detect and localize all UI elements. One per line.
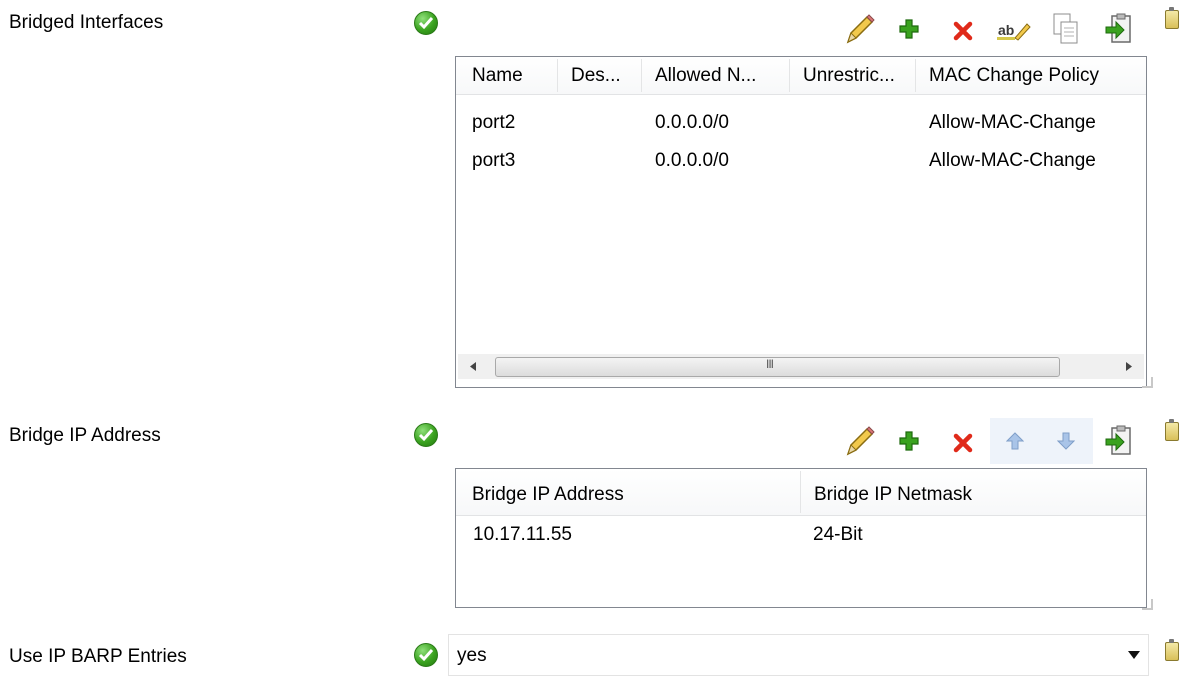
valid-check-icon <box>414 423 438 447</box>
column-header-bridge-ip-address[interactable]: Bridge IP Address <box>458 469 800 515</box>
horizontal-scrollbar[interactable]: III <box>458 354 1144 379</box>
scroll-thumb[interactable]: III <box>495 357 1060 377</box>
cell-mac-change-policy: Allow-MAC-Change <box>929 150 1096 171</box>
delete-icon[interactable] <box>952 432 974 454</box>
resize-grip-icon[interactable] <box>1141 598 1153 610</box>
move-down-icon[interactable] <box>1057 432 1075 450</box>
column-header-description[interactable]: Des... <box>557 57 641 94</box>
scroll-right-arrow-icon[interactable] <box>1125 362 1132 371</box>
bridged-interfaces-table: Name Des... Allowed N... Unrestric... MA… <box>455 56 1147 388</box>
clipboard-icon[interactable] <box>1165 7 1179 29</box>
add-icon[interactable] <box>898 430 920 452</box>
scroll-left-arrow-icon[interactable] <box>470 362 477 371</box>
column-header-bridge-ip-netmask[interactable]: Bridge IP Netmask <box>800 469 1144 515</box>
bridge-ip-table: Bridge IP Address Bridge IP Netmask 10.1… <box>455 468 1147 608</box>
move-up-icon[interactable] <box>1006 432 1024 450</box>
scroll-thumb-grip: III <box>766 357 774 371</box>
svg-text:ab: ab <box>998 22 1014 38</box>
import-icon[interactable] <box>1104 12 1134 46</box>
resize-grip-icon[interactable] <box>1141 376 1153 388</box>
cell-bridge-ip-netmask: 24-Bit <box>813 524 863 545</box>
cell-bridge-ip-address: 10.17.11.55 <box>473 524 572 545</box>
table-header: Bridge IP Address Bridge IP Netmask <box>456 469 1146 516</box>
column-header-unrestricted[interactable]: Unrestric... <box>789 57 915 94</box>
cell-mac-change-policy: Allow-MAC-Change <box>929 112 1096 133</box>
import-icon[interactable] <box>1104 424 1134 458</box>
clipboard-icon[interactable] <box>1165 419 1179 441</box>
delete-icon[interactable] <box>952 20 974 42</box>
bridged-interfaces-label: Bridged Interfaces <box>9 12 164 33</box>
add-icon[interactable] <box>898 18 920 40</box>
move-buttons-group <box>990 418 1093 464</box>
rename-icon[interactable]: ab <box>997 18 1031 42</box>
cell-allowed-networks: 0.0.0.0/0 <box>655 112 729 133</box>
copy-icon[interactable] <box>1052 12 1080 46</box>
column-header-allowed-networks[interactable]: Allowed N... <box>641 57 789 94</box>
column-header-name[interactable]: Name <box>458 57 558 94</box>
use-ip-barp-entries-label: Use IP BARP Entries <box>9 646 187 667</box>
cell-name: port3 <box>472 150 516 171</box>
valid-check-icon <box>414 643 438 667</box>
cell-allowed-networks: 0.0.0.0/0 <box>655 150 729 171</box>
pencil-icon[interactable] <box>842 424 876 458</box>
pencil-icon[interactable] <box>842 12 876 46</box>
clipboard-icon[interactable] <box>1165 639 1179 661</box>
valid-check-icon <box>414 11 438 35</box>
column-header-mac-change-policy[interactable]: MAC Change Policy <box>915 57 1145 94</box>
table-header: Name Des... Allowed N... Unrestric... MA… <box>456 57 1146 95</box>
chevron-down-icon[interactable] <box>1128 651 1140 659</box>
bridge-ip-address-label: Bridge IP Address <box>9 425 161 446</box>
select-value: yes <box>457 645 487 666</box>
cell-name: port2 <box>472 112 516 133</box>
